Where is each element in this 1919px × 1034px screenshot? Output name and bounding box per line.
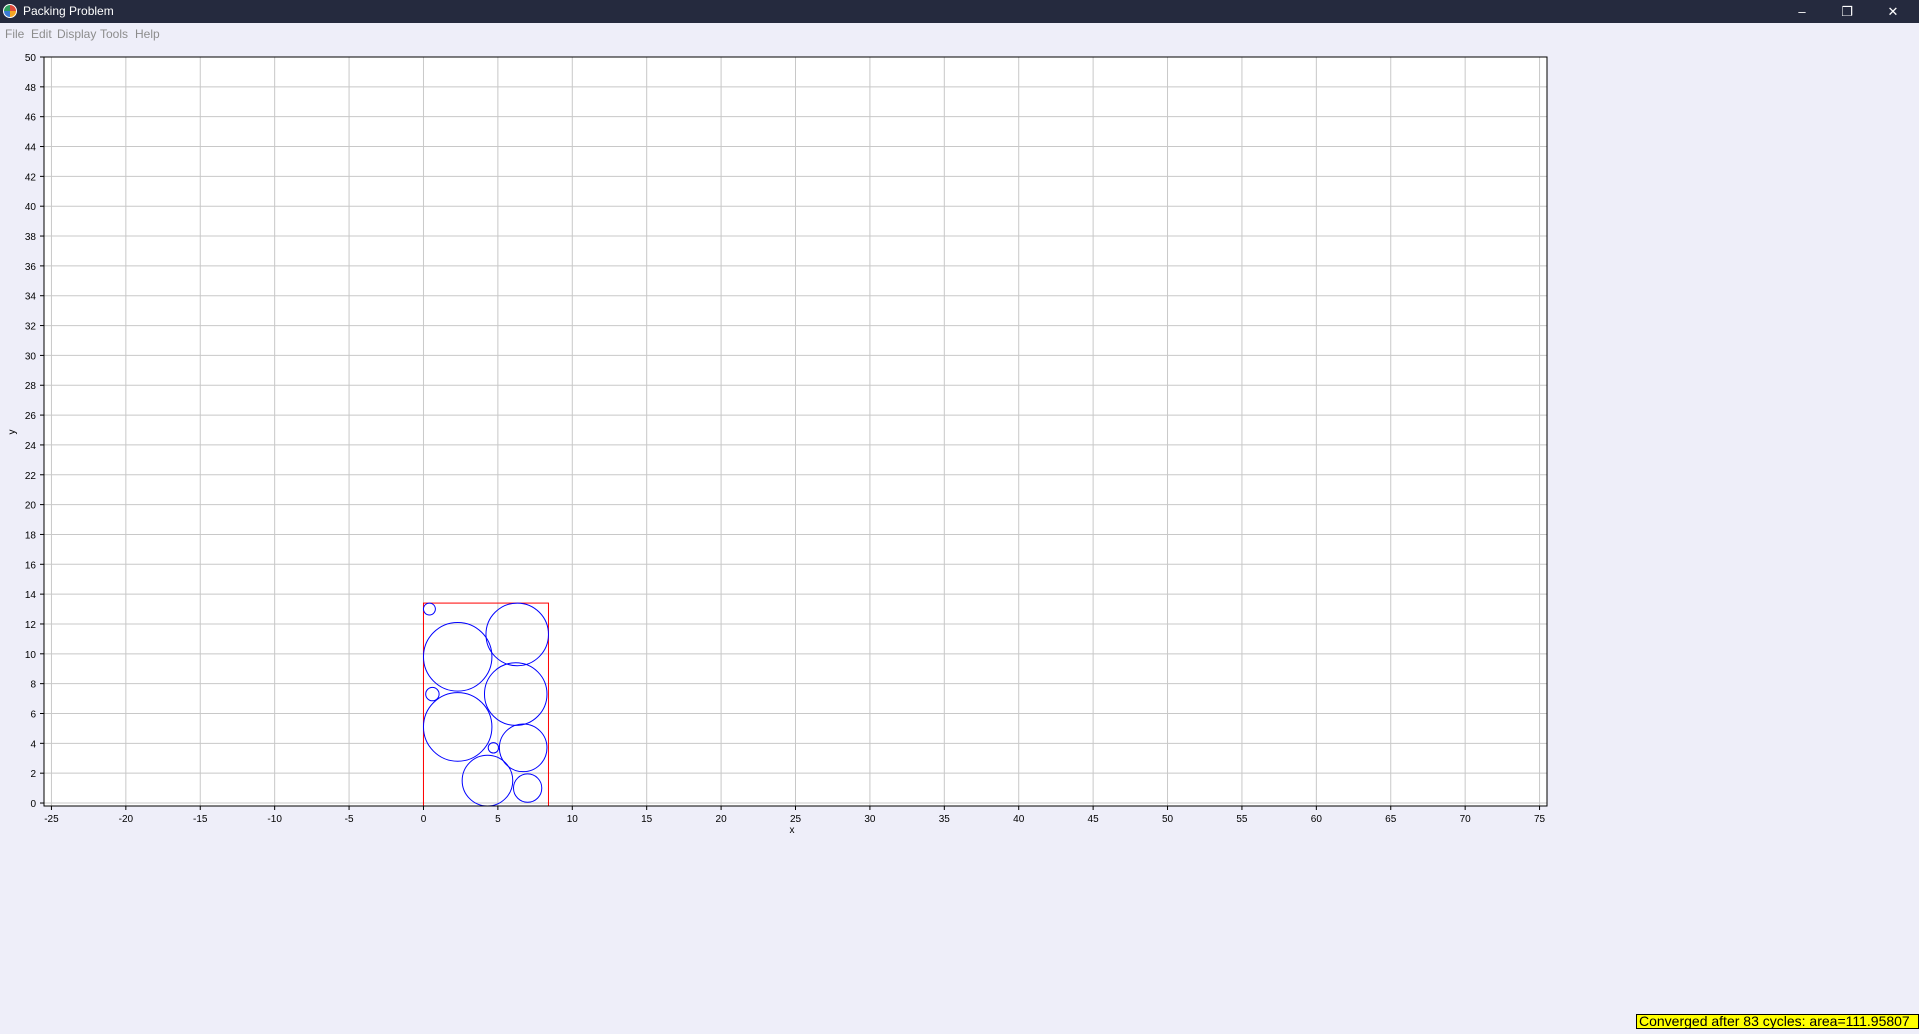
y-tick-label: 10	[25, 650, 37, 661]
y-tick-label: 6	[30, 709, 36, 720]
y-tick-label: 22	[25, 471, 37, 482]
minimize-button[interactable]: –	[1780, 0, 1824, 23]
y-tick-label: 50	[25, 53, 37, 64]
y-tick-label: 12	[25, 620, 37, 631]
y-tick-label: 28	[25, 381, 37, 392]
packing-plot[interactable]: -25 -20 -15 -10 -5 0 5 10 15 20 25 30 35 40 45 50 55 60 65…	[0, 45, 1919, 1029]
x-tick-label: 20	[716, 814, 728, 825]
status-message: Converged after 83 cycles: area=111.9580…	[1636, 1014, 1919, 1029]
x-tick-label: 45	[1088, 814, 1100, 825]
x-tick-label: -25	[44, 814, 59, 825]
x-tick-label: 15	[641, 814, 653, 825]
window-title: Packing Problem	[23, 4, 114, 18]
x-tick-label: 5	[495, 814, 501, 825]
y-tick-label: 24	[25, 441, 37, 452]
y-tick-label: 32	[25, 322, 37, 333]
y-tick-label: 40	[25, 202, 37, 213]
y-tick-label: 30	[25, 351, 37, 362]
x-tick-label: 40	[1013, 814, 1025, 825]
x-tick-label: 50	[1162, 814, 1174, 825]
menu-help[interactable]: Help	[135, 27, 160, 41]
y-tick-label: 14	[25, 590, 37, 601]
x-tick-label: -5	[345, 814, 354, 825]
app-icon	[3, 4, 17, 18]
y-tick-label: 16	[25, 560, 37, 571]
menu-edit[interactable]: Edit	[31, 27, 52, 41]
x-tick-label: 60	[1311, 814, 1323, 825]
x-tick-label: 35	[939, 814, 951, 825]
x-tick-label: 70	[1460, 814, 1472, 825]
y-tick-label: 42	[25, 172, 37, 183]
menu-file[interactable]: File	[5, 27, 24, 41]
y-tick-label: 18	[25, 530, 37, 541]
x-tick-label: 55	[1236, 814, 1248, 825]
y-tick-label: 0	[30, 799, 36, 810]
x-tick-label: -15	[193, 814, 208, 825]
x-tick-label: -20	[119, 814, 134, 825]
y-tick-label: 46	[25, 113, 37, 124]
menu-tools[interactable]: Tools	[100, 27, 128, 41]
y-tick-label: 2	[30, 769, 36, 780]
x-tick-label: -10	[267, 814, 282, 825]
restore-button[interactable]: ❐	[1825, 0, 1869, 23]
menu-display[interactable]: Display	[57, 27, 96, 41]
y-axis-label: y	[7, 430, 18, 435]
x-tick-label: 75	[1534, 814, 1546, 825]
title-bar: Packing Problem – ❐ ✕	[0, 0, 1919, 23]
x-tick-label: 0	[421, 814, 427, 825]
y-tick-label: 38	[25, 232, 37, 243]
y-tick-label: 44	[25, 143, 37, 154]
x-tick-label: 10	[567, 814, 579, 825]
x-tick-label: 65	[1385, 814, 1397, 825]
y-tick-label: 20	[25, 501, 37, 512]
close-button[interactable]: ✕	[1871, 0, 1915, 23]
y-tick-label: 26	[25, 411, 37, 422]
y-tick-label: 4	[30, 739, 36, 750]
plot-area[interactable]: -25 -20 -15 -10 -5 0 5 10 15 20 25 30 35 40 45 50 55 60 65…	[0, 45, 1919, 1029]
x-tick-label: 25	[790, 814, 802, 825]
y-tick-label: 36	[25, 262, 37, 273]
x-axis-label: x	[790, 825, 795, 836]
y-tick-label: 34	[25, 292, 37, 303]
y-tick-label: 8	[30, 680, 36, 691]
menu-bar: File Edit Display Tools Help	[0, 23, 1919, 45]
y-tick-label: 48	[25, 83, 37, 94]
x-tick-label: 30	[864, 814, 876, 825]
